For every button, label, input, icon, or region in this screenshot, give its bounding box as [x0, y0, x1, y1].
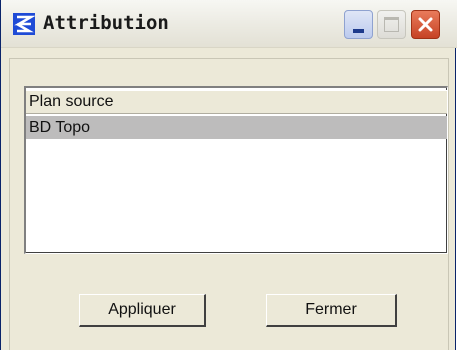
- window-title: Attribution: [43, 12, 169, 34]
- close-dialog-button[interactable]: Fermer: [266, 294, 397, 327]
- minimize-button[interactable]: [344, 10, 373, 39]
- apply-button[interactable]: Appliquer: [79, 294, 206, 327]
- source-list-frame: Plan source BD Topo: [26, 88, 447, 253]
- maximize-button[interactable]: [377, 10, 406, 39]
- title-bar[interactable]: Attribution: [1, 0, 457, 48]
- close-button[interactable]: [411, 10, 440, 39]
- maximize-icon: [384, 17, 399, 32]
- column-header-plan-source[interactable]: Plan source: [26, 90, 447, 114]
- source-list[interactable]: Plan source BD Topo: [24, 86, 448, 254]
- app-logo-icon: [13, 13, 35, 35]
- list-item[interactable]: BD Topo: [26, 116, 447, 139]
- close-icon: [418, 17, 433, 32]
- minimize-icon: [353, 29, 364, 33]
